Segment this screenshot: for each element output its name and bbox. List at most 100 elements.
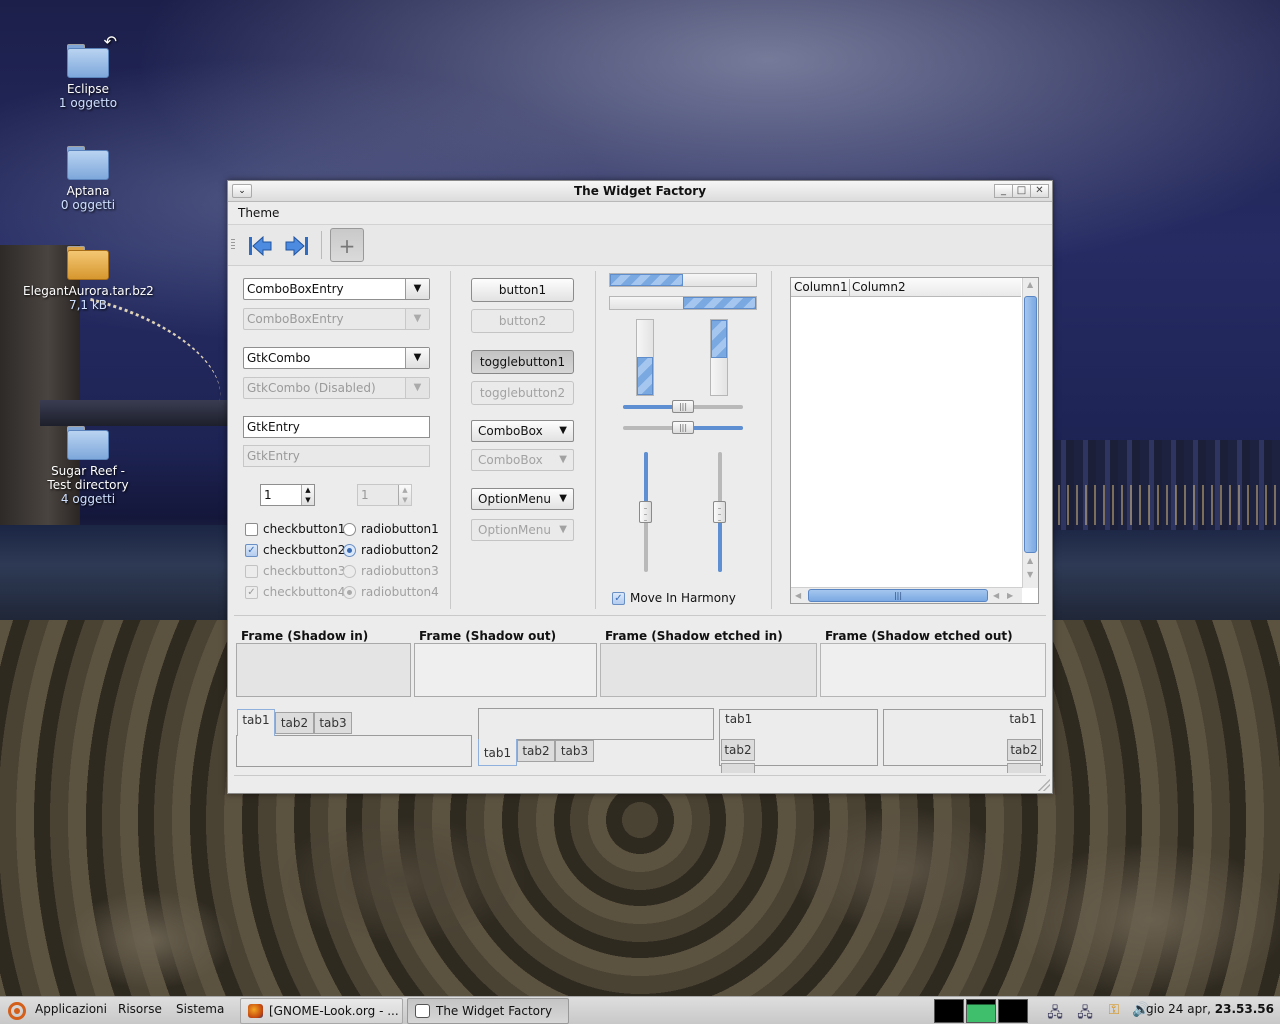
checkbutton3-label: checkbutton3 [263,564,346,578]
combobox[interactable]: ComboBox ▼ [471,420,574,442]
toolbar-grip[interactable] [231,239,235,251]
column-separator [771,271,772,609]
checkbutton2[interactable]: ✓ checkbutton2 [245,541,345,559]
radiobutton2[interactable]: radiobutton2 [343,541,439,559]
scale-vertical-2[interactable]: – – – [713,452,727,572]
task-firefox[interactable]: [GNOME-Look.org - ... [240,998,403,1024]
scroll-left-icon[interactable]: ◀ [795,591,801,600]
desktop-icon-aptana[interactable]: Aptana 0 oggetti [23,146,153,212]
tab-3[interactable]: tab3 [555,740,594,762]
tree-view[interactable]: Column1 Column2 ▲ ▲ ▼ ◀ ||| ◀ ▶ [790,277,1039,604]
clock[interactable]: gio 24 apr, 23.53.56 [1146,1002,1274,1016]
scroll-up-icon[interactable]: ▲ [1027,280,1033,289]
progress-fill [610,274,683,286]
checkbox-icon[interactable] [245,522,258,536]
scale-vertical-1[interactable]: – – – [639,452,653,572]
ubuntu-logo-icon[interactable] [8,1002,26,1020]
memory-monitor-icon[interactable] [966,999,996,1023]
slider-handle[interactable]: – – – [713,501,726,524]
desktop-icon-sugar-reef[interactable]: Sugar Reef - Test directory 4 oggetti [23,426,153,506]
network-icon[interactable]: 🖧 [1074,1002,1096,1021]
go-first-icon[interactable] [246,234,274,258]
tree-header: Column1 Column2 [791,278,1021,297]
archive-icon [67,246,109,280]
menu-places[interactable]: Risorse [118,1002,162,1016]
close-button[interactable]: ✕ [1030,184,1049,198]
checkbutton1[interactable]: checkbutton1 [245,520,345,538]
chevron-down-icon[interactable]: ▼ [405,279,429,299]
chevron-down-icon[interactable]: ▼ [405,348,429,368]
horizontal-scrollbar[interactable]: ◀ ||| ◀ ▶ [791,587,1022,603]
tab-2[interactable]: tab2 [517,740,555,762]
radiobutton1[interactable]: radiobutton1 [343,520,439,538]
column-header-2[interactable]: Column2 [852,280,906,294]
progress-bar-vertical-1 [636,319,654,396]
maximize-button[interactable]: □ [1012,184,1031,198]
scale-horizontal-1[interactable]: ||| [623,400,743,414]
scroll-left-icon[interactable]: ◀ [993,591,999,600]
optionmenu-disabled-label: OptionMenu [478,523,551,537]
minimize-button[interactable]: _ [994,184,1013,198]
tab-1[interactable]: tab1 [478,739,517,766]
tab-3[interactable]: tab3 [314,712,352,734]
slider-handle[interactable]: ||| [672,400,694,413]
bridge-deck [40,400,240,426]
button1[interactable]: button1 [471,278,574,302]
horizontal-scroll-thumb[interactable]: ||| [808,589,988,602]
cpu-monitor-icon[interactable] [934,999,964,1023]
task-widget-factory[interactable]: The Widget Factory [407,998,569,1024]
spin-button-disabled-value: 1 [361,488,369,502]
radiobutton3: radiobutton3 [343,562,439,580]
column-header-1[interactable]: Column1 [794,280,848,294]
tab-1[interactable]: tab1 [1004,709,1042,736]
key-icon[interactable]: ⚿ [1103,1002,1125,1020]
desktop-icon-label: Aptana [66,184,110,198]
radio-icon[interactable] [343,522,356,536]
frame-shadow-in-label: Frame (Shadow in) [240,629,370,643]
tab-3-partial[interactable] [721,763,755,773]
checkbox-checked-icon[interactable]: ✓ [612,591,625,605]
slider-handle[interactable]: ||| [672,421,694,434]
tab-2[interactable]: tab2 [275,712,314,734]
vertical-scroll-thumb[interactable] [1024,296,1037,553]
menu-system[interactable]: Sistema [176,1002,224,1016]
tab-2[interactable]: tab2 [721,739,755,761]
window-titlebar[interactable]: ⌄ The Widget Factory _ □ ✕ [228,181,1052,202]
scroll-right-icon[interactable]: ▶ [1007,591,1013,600]
slider-handle[interactable]: – – – [639,501,652,524]
scroll-down-icon[interactable]: ▼ [1027,570,1033,579]
move-in-harmony-check[interactable]: ✓ Move In Harmony [612,589,736,607]
spin-arrows-icon[interactable]: ▲ ▼ [301,485,314,505]
network-monitor-icon[interactable] [998,999,1028,1023]
tab-3-partial[interactable] [1007,763,1041,773]
optionmenu[interactable]: OptionMenu ▼ [471,488,574,510]
menu-applications[interactable]: Applicazioni [35,1002,107,1016]
desktop-icon-archive[interactable]: ElegantAurora.tar.bz2 7,1 kB [23,246,154,312]
radio-disabled-icon [343,564,356,578]
spin-button[interactable]: 1 ▲ ▼ [260,484,315,506]
progress-fill [711,320,727,358]
chevron-down-icon: ▼ [559,524,567,535]
desktop-icon-label: Eclipse [66,82,110,96]
desktop-icon-sublabel: 1 oggetto [58,96,118,110]
vertical-scrollbar[interactable]: ▲ ▲ ▼ [1022,278,1038,588]
tab-1[interactable]: tab1 [237,709,275,736]
desktop-icon-eclipse[interactable]: ↶ Eclipse 1 oggetto [23,32,153,110]
resize-grip[interactable] [1038,779,1050,791]
tab-2[interactable]: tab2 [1007,739,1041,761]
scale-horizontal-2[interactable]: ||| [623,421,743,435]
network-icon[interactable]: 🖧 [1044,1002,1066,1021]
checkbox-checked-icon[interactable]: ✓ [245,543,258,557]
menu-theme[interactable]: Theme [238,206,279,220]
widget-factory-window: ⌄ The Widget Factory _ □ ✕ Theme + Combo… [227,180,1053,794]
add-button[interactable]: + [330,228,364,262]
combo-box-entry[interactable]: ComboBoxEntry ▼ [243,278,430,300]
go-last-icon[interactable] [283,234,311,258]
tab-1[interactable]: tab1 [719,709,755,736]
scroll-up-icon[interactable]: ▲ [1027,556,1033,565]
gtk-combo[interactable]: GtkCombo ▼ [243,347,430,369]
radio-selected-icon[interactable] [343,543,356,557]
togglebutton1[interactable]: togglebutton1 [471,350,574,374]
radiobutton1-label: radiobutton1 [361,522,439,536]
gtk-entry[interactable]: GtkEntry [243,416,430,438]
